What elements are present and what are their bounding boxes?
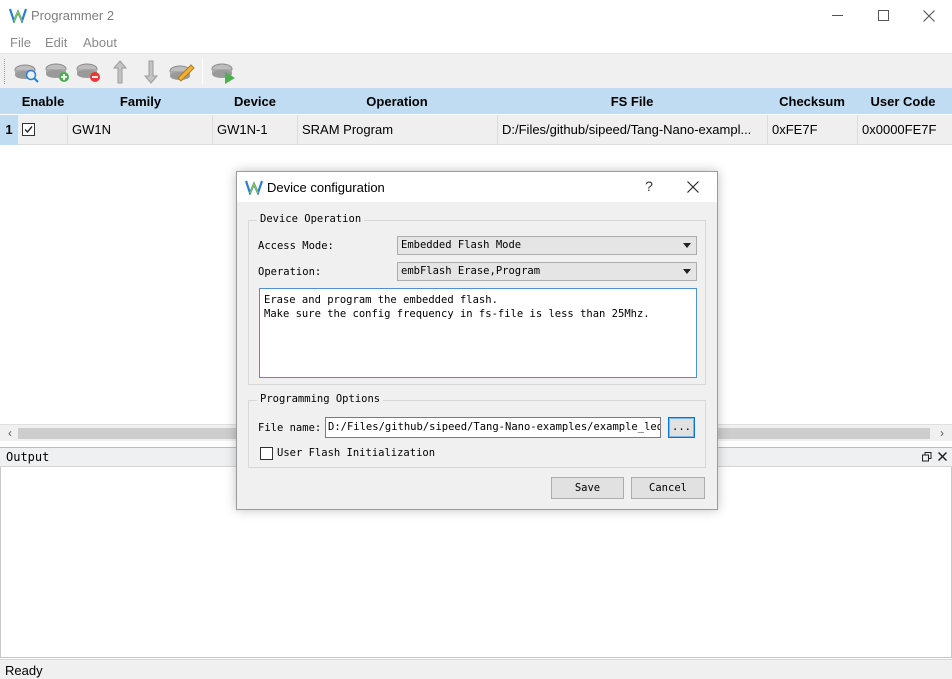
operation-select[interactable]: embFlash Erase,Program bbox=[397, 262, 697, 281]
dialog-close-button[interactable] bbox=[681, 177, 705, 197]
column-header-fs-file[interactable]: FS File bbox=[497, 89, 767, 114]
status-text: Ready bbox=[5, 663, 43, 678]
close-icon bbox=[923, 9, 935, 22]
maximize-button[interactable] bbox=[860, 0, 906, 31]
cell-operation[interactable]: SRAM Program bbox=[297, 115, 497, 145]
cell-fs-file[interactable]: D:/Files/github/sipeed/Tang-Nano-exampl.… bbox=[497, 115, 767, 145]
edit-config-button[interactable] bbox=[168, 58, 196, 86]
column-header-operation[interactable]: Operation bbox=[297, 89, 497, 114]
remove-device-button[interactable] bbox=[75, 58, 103, 86]
column-header-checksum[interactable]: Checksum bbox=[767, 89, 857, 114]
access-mode-select[interactable]: Embedded Flash Mode bbox=[397, 236, 697, 255]
table-header: Enable Family Device Operation FS File C… bbox=[0, 89, 952, 114]
device-operation-group: Device Operation Access Mode: Embedded F… bbox=[248, 213, 706, 385]
operation-label: Operation: bbox=[258, 266, 322, 278]
chevron-down-icon bbox=[683, 269, 691, 274]
cell-checksum[interactable]: 0xFE7F bbox=[767, 115, 857, 145]
move-up-button[interactable] bbox=[106, 58, 134, 86]
window-titlebar: Programmer 2 bbox=[0, 0, 952, 31]
column-header-user-code[interactable]: User Code bbox=[857, 89, 949, 114]
scroll-left-icon[interactable]: ‹ bbox=[3, 427, 17, 440]
edit-config-icon bbox=[169, 64, 195, 82]
close-icon bbox=[937, 451, 947, 462]
menu-edit[interactable]: Edit bbox=[45, 35, 67, 50]
menu-bar: File Edit About bbox=[0, 31, 952, 53]
access-mode-value: Embedded Flash Mode bbox=[401, 239, 522, 251]
operation-value: embFlash Erase,Program bbox=[401, 265, 541, 277]
add-device-icon bbox=[45, 63, 69, 82]
dialog-title: Device configuration bbox=[267, 180, 385, 195]
scan-device-icon bbox=[14, 64, 39, 83]
column-header-family[interactable]: Family bbox=[68, 89, 213, 114]
file-name-label: File name: bbox=[258, 422, 322, 434]
scan-device-button[interactable] bbox=[13, 58, 41, 86]
device-configuration-dialog: Device configuration ? Device Operation … bbox=[236, 171, 718, 510]
programming-options-group: Programming Options File name: D:/Files/… bbox=[248, 393, 706, 468]
minimize-button[interactable] bbox=[814, 0, 860, 31]
help-button[interactable]: ? bbox=[639, 178, 659, 196]
close-button[interactable] bbox=[906, 0, 952, 31]
output-title: Output bbox=[6, 450, 50, 464]
scroll-right-icon[interactable]: › bbox=[935, 427, 949, 440]
program-run-button[interactable] bbox=[210, 58, 238, 86]
programming-options-title: Programming Options bbox=[257, 393, 384, 405]
file-name-input[interactable]: D:/Files/github/sipeed/Tang-Nano-example… bbox=[325, 417, 661, 438]
program-run-icon bbox=[211, 63, 235, 84]
row-number[interactable]: 1 bbox=[0, 115, 18, 145]
status-bar: Ready bbox=[0, 659, 952, 679]
cell-family[interactable]: GW1N bbox=[67, 115, 213, 145]
table-row[interactable]: 1 GW1N GW1N-1 SRAM Program D:/Files/gith… bbox=[0, 115, 952, 145]
chevron-down-icon bbox=[683, 243, 691, 248]
menu-file[interactable]: File bbox=[10, 35, 31, 50]
cancel-button[interactable]: Cancel bbox=[631, 477, 705, 499]
user-flash-init-checkbox[interactable] bbox=[260, 447, 273, 460]
browse-file-button[interactable]: ... bbox=[668, 417, 695, 438]
dialog-titlebar: Device configuration ? bbox=[237, 172, 717, 202]
move-down-icon bbox=[143, 60, 159, 84]
window-title: Programmer 2 bbox=[31, 8, 115, 23]
move-up-icon bbox=[112, 60, 128, 84]
toolbar bbox=[0, 53, 952, 88]
add-device-button[interactable] bbox=[44, 58, 72, 86]
checkmark-icon bbox=[24, 126, 33, 134]
close-panel-button[interactable] bbox=[935, 450, 949, 464]
toolbar-grip[interactable] bbox=[4, 59, 7, 84]
cell-user-code[interactable]: 0x0000FE7F bbox=[857, 115, 949, 145]
minimize-icon bbox=[831, 15, 843, 16]
user-flash-init-label: User Flash Initialization bbox=[277, 447, 436, 459]
operation-description[interactable]: Erase and program the embedded flash. Ma… bbox=[259, 288, 697, 378]
float-panel-button[interactable] bbox=[920, 450, 934, 464]
close-icon bbox=[687, 181, 699, 193]
remove-device-icon bbox=[76, 63, 100, 82]
gowin-logo-icon bbox=[9, 8, 27, 23]
float-window-icon bbox=[922, 452, 932, 462]
enable-checkbox[interactable] bbox=[22, 123, 35, 136]
cell-device[interactable]: GW1N-1 bbox=[212, 115, 297, 145]
toolbar-separator bbox=[202, 59, 203, 84]
column-header-device[interactable]: Device bbox=[213, 89, 297, 114]
column-header-enable[interactable]: Enable bbox=[18, 89, 68, 114]
move-down-button[interactable] bbox=[137, 58, 165, 86]
device-operation-title: Device Operation bbox=[257, 213, 365, 225]
menu-about[interactable]: About bbox=[83, 35, 117, 50]
gowin-logo-icon bbox=[245, 180, 263, 195]
save-button[interactable]: Save bbox=[551, 477, 624, 499]
maximize-icon bbox=[877, 10, 889, 21]
access-mode-label: Access Mode: bbox=[258, 240, 334, 252]
